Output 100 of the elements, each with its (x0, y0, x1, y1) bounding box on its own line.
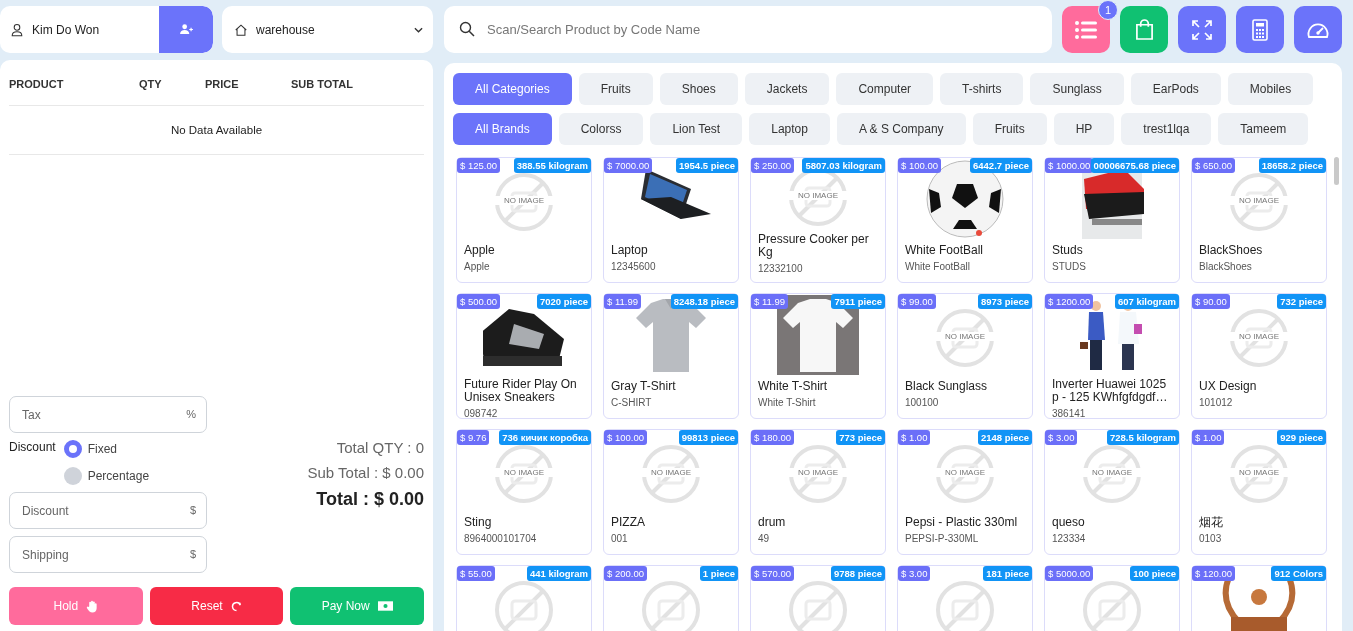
no-image-placeholder (935, 580, 995, 631)
stock-badge: 8973 piece (977, 294, 1032, 309)
product-name: PIZZA (611, 516, 646, 529)
cash-icon (377, 601, 393, 611)
product-card[interactable]: $ 11.99 7911 piece White T-Shirt White T-Shirt (750, 293, 886, 419)
product-card[interactable]: NO IMAGE $ 1.00 2148 piece Pepsi - Plastic 330ml PEPSI-P-330ML (897, 429, 1033, 555)
product-card[interactable]: $ 200.00 1 piece (603, 565, 739, 631)
price-badge: $ 9.76 (457, 430, 490, 445)
empty-message: No Data Available (170, 124, 263, 136)
product-card[interactable]: $ 1000.00 00006675.68 piece Studs STUDS (1044, 157, 1180, 283)
product-name: queso (1052, 516, 1086, 529)
category-tab[interactable]: Jackets (744, 73, 830, 105)
product-code: 001 (611, 533, 629, 544)
brand-tab[interactable]: HP (1053, 113, 1115, 145)
gauge-button[interactable] (1294, 6, 1342, 53)
scrollbar-thumb[interactable] (1334, 157, 1339, 185)
expand-button[interactable] (1178, 6, 1226, 53)
brand-tab[interactable]: Colorss (558, 113, 644, 145)
product-card[interactable]: NO IMAGE $ 9.76 736 кичик коробка Sting 8964000101704 (456, 429, 592, 555)
stock-badge: 607 kilogram (1114, 294, 1179, 309)
category-tab[interactable]: Computer (836, 73, 934, 105)
product-card[interactable]: NO IMAGE $ 90.00 732 piece UX Design 101012 (1191, 293, 1327, 419)
product-card[interactable]: NO IMAGE $ 250.00 5807.03 kilogram Pressure Cooker per Kg 12332100 (750, 157, 886, 283)
product-card[interactable]: $ 3.00 181 piece (897, 565, 1033, 631)
calculator-button[interactable] (1236, 6, 1284, 53)
product-card[interactable]: NO IMAGE $ 99.00 8973 piece Black Sunglass 100100 (897, 293, 1033, 419)
product-card[interactable]: $ 100.00 6442.7 piece White FootBall White FootBall (897, 157, 1033, 283)
radio-label: Percentage (87, 469, 150, 483)
price-badge: $ 1.00 (1192, 430, 1225, 445)
stock-badge: 1954.5 piece (676, 158, 738, 173)
product-name: Inverter Huawei 1025 p - 125 KWhfgfdgdf… (1052, 378, 1169, 404)
stock-badge: 5807.03 kilogram (802, 158, 885, 173)
brand-tab[interactable]: A & S Company (836, 113, 966, 145)
price-badge: $ 11.99 (751, 294, 788, 309)
stock-badge: 7020 piece (536, 294, 591, 309)
product-code: STUDS (1052, 261, 1087, 272)
product-name: Studs (1052, 244, 1084, 257)
radio-button[interactable] (63, 440, 82, 458)
product-card[interactable]: $ 570.00 9788 piece (750, 565, 886, 631)
search-field[interactable]: Scan/Search Product by Code Name (444, 6, 1052, 53)
product-name: White T-Shirt (758, 380, 829, 393)
list-button[interactable] (1062, 6, 1110, 53)
stock-badge: 736 кичик коробка (499, 430, 591, 445)
add-customer-button[interactable] (159, 6, 213, 53)
price-badge: $ 650.00 (1192, 158, 1235, 173)
reset-button[interactable]: Reset (149, 587, 284, 625)
customer-field[interactable]: Kim Do Won (0, 6, 213, 53)
category-tab[interactable]: Fruits (578, 73, 653, 105)
product-name: White FootBall (905, 244, 985, 257)
product-card[interactable]: NO IMAGE $ 125.00 388.55 kilogram Apple Apple (456, 157, 592, 283)
product-card[interactable]: NO IMAGE $ 100.00 99813 piece PIZZA 001 (603, 429, 739, 555)
product-code: 100100 (905, 397, 940, 408)
price-badge: $ 3.00 (1045, 430, 1078, 445)
product-name: drum (758, 516, 787, 529)
no-image-placeholder (641, 580, 701, 631)
product-card[interactable]: $ 55.00 441 kilogram (456, 565, 592, 631)
price-badge: $ 180.00 (751, 430, 794, 445)
warehouse-select[interactable]: warehouse (222, 6, 433, 53)
product-name: Sting (464, 516, 493, 529)
radio-button[interactable] (63, 467, 82, 485)
brand-tab[interactable]: Fruits (972, 113, 1047, 145)
brand-tab[interactable]: Laptop (749, 113, 830, 145)
product-card[interactable]: $ 1200.00 607 kilogram Inverter Huawei 1025 p - 125 KWhfgfdgdf… 386141 (1044, 293, 1180, 419)
product-card[interactable]: $ 11.99 8248.18 piece Gray T-Shirt C-SHIRT (603, 293, 739, 419)
product-code: 101012 (1199, 397, 1234, 408)
category-tab[interactable]: T-shirts (940, 73, 1024, 105)
product-code: White FootBall (905, 261, 972, 272)
product-name: 烟花 (1199, 516, 1224, 529)
brand-tab[interactable]: Tameem (1218, 113, 1309, 145)
product-code: 386141 (1052, 408, 1087, 419)
product-card[interactable]: $ 7000.00 1954.5 piece Laptop 12345600 (603, 157, 739, 283)
product-card[interactable]: $ 5000.00 100 piece (1044, 565, 1180, 631)
price-badge: $ 5000.00 (1045, 566, 1094, 581)
stock-badge: 732 piece (1277, 294, 1326, 309)
bag-button[interactable] (1120, 6, 1168, 53)
category-tab[interactable]: EarPods (1130, 73, 1221, 105)
stock-badge: 18658.2 piece (1258, 158, 1326, 173)
category-tab[interactable]: Sunglass (1030, 73, 1124, 105)
product-card[interactable]: NO IMAGE $ 180.00 773 piece drum 49 (750, 429, 886, 555)
product-name: Apple (464, 244, 496, 257)
product-card[interactable]: NO IMAGE $ 3.00 728.5 kilogram queso 123334 (1044, 429, 1180, 555)
product-card[interactable]: $ 500.00 7020 piece Future Rider Play On Unisex Sneakers 098742 (456, 293, 592, 419)
brand-tab[interactable]: trest1lqa (1121, 113, 1212, 145)
product-card[interactable]: $ 120.00 912 Colors (1191, 565, 1327, 631)
stock-badge: 6442.7 piece (970, 158, 1032, 173)
product-code: 098742 (464, 408, 499, 419)
product-card[interactable]: NO IMAGE $ 1.00 929 piece 烟花 0103 (1191, 429, 1327, 555)
no-image-placeholder (494, 580, 554, 631)
category-tab[interactable]: All Categories (453, 73, 572, 105)
stock-badge: 181 piece (983, 566, 1032, 581)
brand-tab[interactable]: All Brands (453, 113, 552, 145)
customer-name: Kim Do Won (32, 22, 101, 37)
product-card[interactable]: NO IMAGE $ 650.00 18658.2 piece BlackShoes BlackShoes (1191, 157, 1327, 283)
calculator-icon (1252, 18, 1268, 41)
price-badge: $ 500.00 (457, 294, 500, 309)
column-header: PRICE (205, 77, 240, 90)
category-tab[interactable]: Mobiles (1227, 73, 1314, 105)
category-tab[interactable]: Shoes (659, 73, 738, 105)
brand-tab[interactable]: Lion Test (650, 113, 743, 145)
hand-icon (86, 599, 99, 613)
